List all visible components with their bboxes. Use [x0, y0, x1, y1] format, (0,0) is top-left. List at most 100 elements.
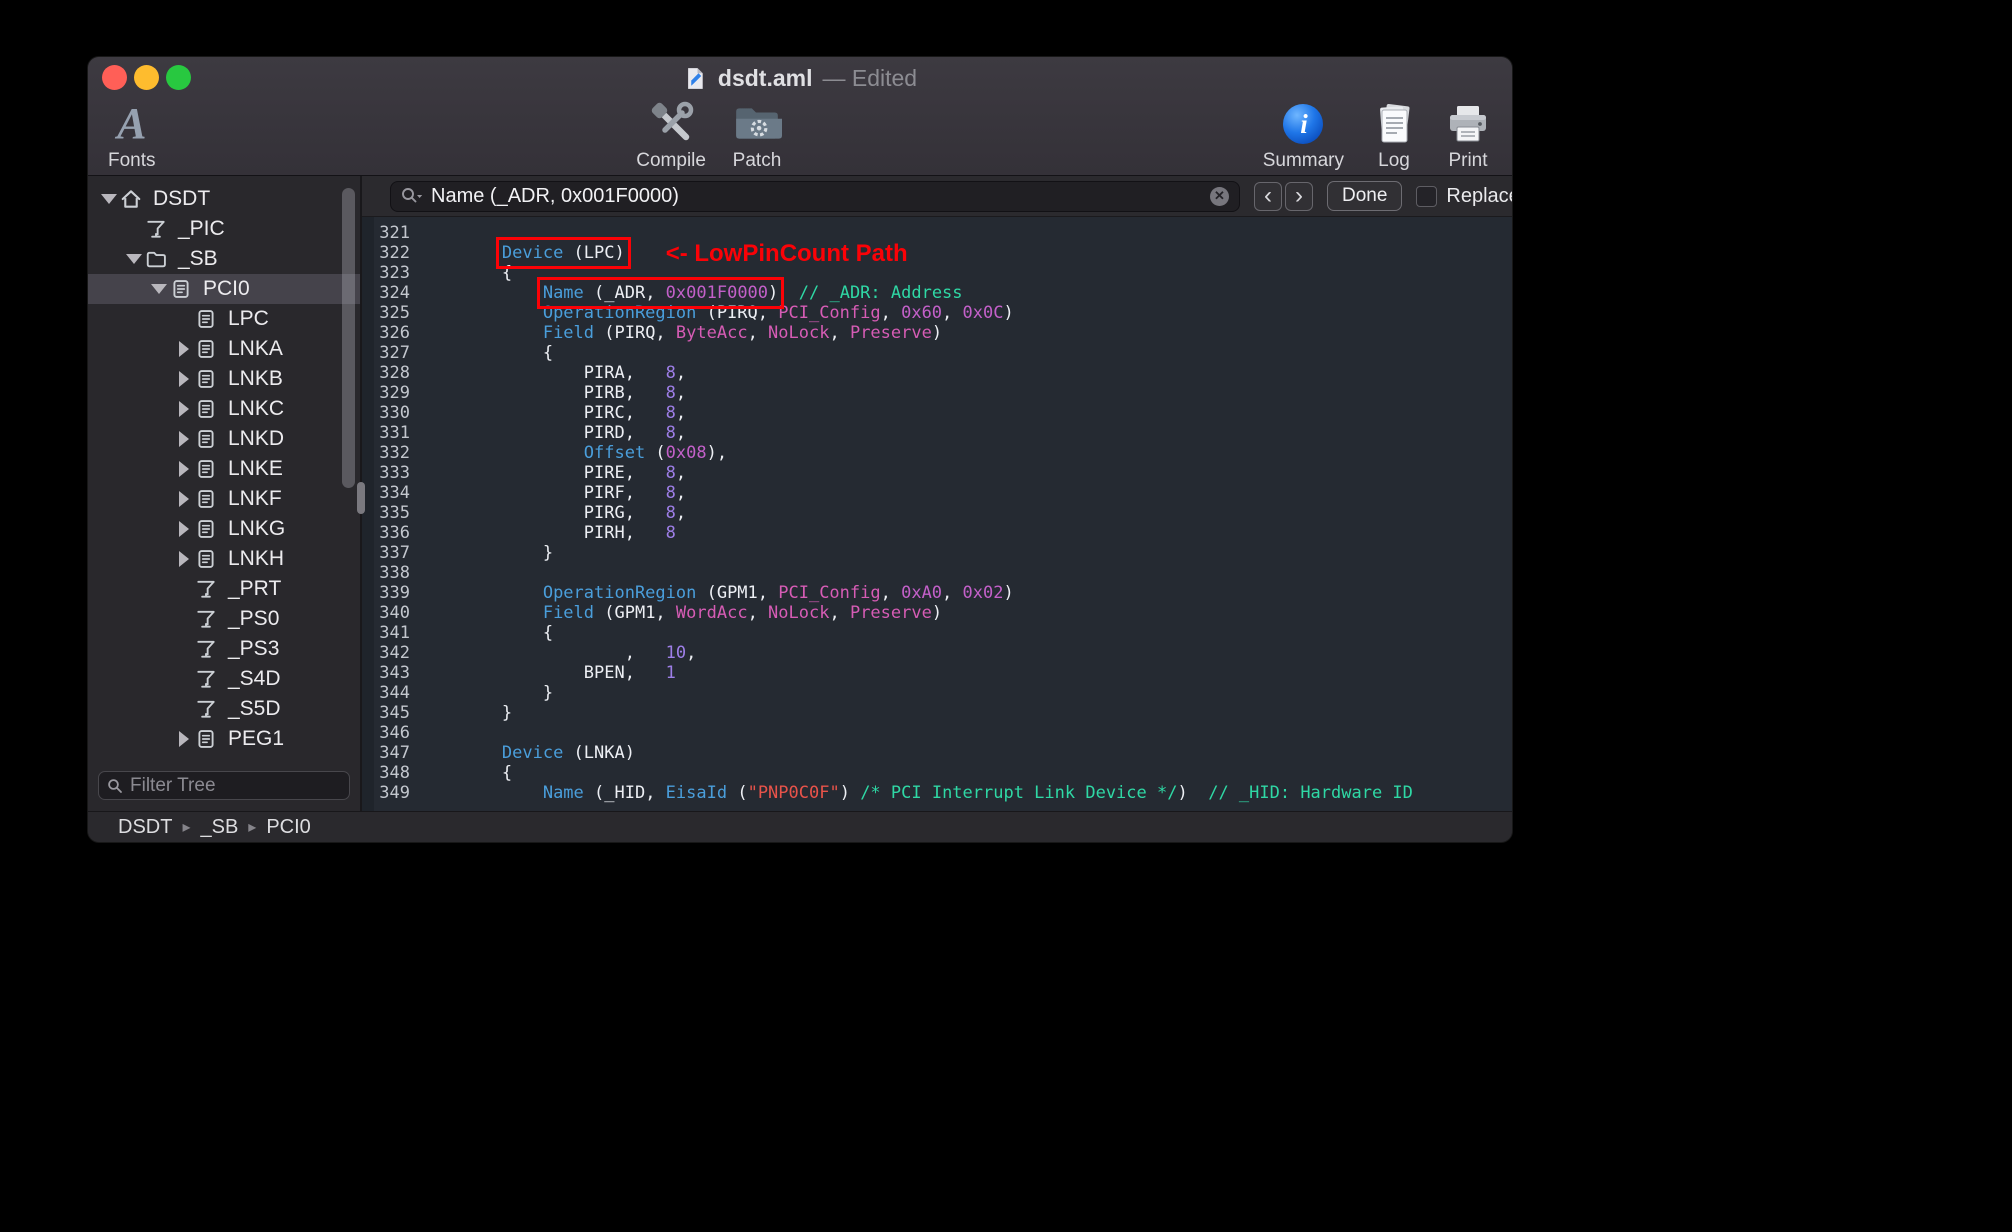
tree-item-LNKF[interactable]: LNKF [88, 484, 360, 514]
window-title: dsdt.aml [717, 65, 813, 91]
done-button[interactable]: Done [1327, 181, 1403, 211]
search-menu-icon[interactable] [401, 187, 423, 205]
chevron-down-icon[interactable] [148, 284, 170, 294]
chevron-right-icon[interactable] [173, 431, 195, 447]
code-line: 346 [374, 723, 1512, 743]
code-token: ) [768, 283, 779, 303]
tree-item-_PS3[interactable]: _PS3 [88, 634, 360, 664]
code-token: Device [501, 743, 564, 763]
code-token: , [747, 323, 769, 343]
tree-item-label: LNKE [228, 457, 283, 480]
tree-item-PEG1[interactable]: PEG1 [88, 724, 360, 754]
find-input[interactable]: Name (_ADR, 0x001F0000) ✕ [390, 180, 1240, 212]
code-editor[interactable]: 321 322 Device (LPC) <- LowPinCount Path 3… [362, 217, 1512, 811]
breadcrumb-separator: ▸ [182, 819, 191, 836]
find-next-button[interactable]: › [1285, 181, 1313, 211]
device-icon [195, 728, 220, 750]
tree-item-LNKD[interactable]: LNKD [88, 424, 360, 454]
code-token: 8 [665, 383, 676, 403]
tree-item-LNKH[interactable]: LNKH [88, 544, 360, 574]
line-number: 348 [379, 763, 410, 783]
tree-item-PCI0[interactable]: PCI0 [88, 274, 360, 304]
replace-checkbox[interactable] [1416, 185, 1438, 207]
tree-item-_SB[interactable]: _SB [88, 244, 360, 274]
code-token: Preserve [849, 323, 932, 343]
line-number: 322 [379, 243, 410, 263]
code-token: , [942, 303, 963, 323]
method-icon [145, 218, 170, 240]
chevron-right-icon[interactable] [173, 371, 195, 387]
info-icon: i [1279, 99, 1327, 149]
log-button[interactable]: Log [1370, 99, 1418, 172]
maciasl-window: dsdt.aml — Edited A Fonts Compile Patch … [88, 57, 1512, 842]
chevron-down-icon[interactable] [123, 254, 145, 264]
tree-item-_PS0[interactable]: _PS0 [88, 604, 360, 634]
code-token: , [675, 503, 687, 523]
code-token: , [880, 583, 902, 603]
sidebar-scrollbar-thumb[interactable] [342, 188, 355, 488]
code-line: 324 Name (_ADR, 0x001F0000) // _ADR: Add… [374, 277, 1512, 309]
code-token: Name [542, 783, 584, 803]
chevron-right-icon[interactable] [173, 401, 195, 417]
splitter-handle[interactable] [357, 482, 365, 514]
minimize-button[interactable] [134, 65, 159, 90]
code-token: { [420, 343, 554, 363]
chevron-down-icon[interactable] [98, 194, 120, 204]
tree-item-_S5D[interactable]: _S5D [88, 694, 360, 724]
chevron-right-icon[interactable] [173, 491, 195, 507]
tree-item-LNKA[interactable]: LNKA [88, 334, 360, 364]
breadcrumb-item[interactable]: PCI0 [266, 816, 310, 839]
chevron-right-icon[interactable] [173, 461, 195, 477]
method-icon [195, 608, 220, 630]
breadcrumb-item[interactable]: DSDT [118, 816, 172, 839]
tree-item-LNKE[interactable]: LNKE [88, 454, 360, 484]
device-icon [195, 368, 220, 390]
chevron-right-icon[interactable] [173, 341, 195, 357]
code-token: { [420, 623, 554, 643]
code-token: (PIRQ, [696, 303, 779, 323]
chevron-right-icon[interactable] [173, 551, 195, 567]
patch-label: Patch [732, 150, 782, 171]
tree-item-_PIC[interactable]: _PIC [88, 214, 360, 244]
code-line: 340 Field (GPM1, WordAcc, NoLock, Preser… [374, 603, 1512, 623]
sidebar-splitter[interactable] [357, 176, 365, 811]
code-token: (LNKA) [563, 743, 635, 763]
clear-search-button[interactable]: ✕ [1210, 186, 1229, 206]
tree-item-label: LNKD [228, 427, 285, 450]
patch-button[interactable]: Patch [732, 99, 782, 172]
device-icon [195, 518, 220, 540]
tree-item-_PRT[interactable]: _PRT [88, 574, 360, 604]
titlebar[interactable]: dsdt.aml — Edited [88, 57, 1512, 97]
tree-item-label: _PRT [228, 577, 282, 600]
line-number: 349 [379, 783, 410, 803]
tree-item-LNKC[interactable]: LNKC [88, 394, 360, 424]
breadcrumb-item[interactable]: _SB [200, 816, 238, 839]
document-proxy-icon[interactable] [683, 66, 708, 91]
tree-item-LNKB[interactable]: LNKB [88, 364, 360, 394]
patch-folder-icon [732, 99, 782, 149]
zoom-button[interactable] [166, 65, 191, 90]
code-token: // _HID: Hardware ID [1208, 783, 1413, 803]
code-token: { [420, 263, 513, 283]
compile-button[interactable]: Compile [636, 99, 706, 172]
chevron-right-icon[interactable] [173, 521, 195, 537]
tree-item-LNKG[interactable]: LNKG [88, 514, 360, 544]
code-token: PIRH, [420, 523, 666, 543]
tree-item-LPC[interactable]: LPC [88, 304, 360, 334]
code-token: PCI_Config [778, 303, 881, 323]
tree-item-_S4D[interactable]: _S4D [88, 664, 360, 694]
find-previous-button[interactable]: ‹ [1254, 181, 1282, 211]
chevron-right-icon[interactable] [173, 731, 195, 747]
close-button[interactable] [102, 65, 127, 90]
fonts-button[interactable]: A Fonts [108, 99, 156, 172]
print-button[interactable]: Print [1444, 99, 1492, 172]
method-icon [195, 698, 220, 720]
code-token: 0x0C [962, 303, 1004, 323]
tree-item-label: _PS0 [228, 607, 280, 630]
summary-button[interactable]: i Summary [1263, 99, 1344, 172]
tree-item-label: DSDT [153, 187, 211, 210]
tree-item-DSDT[interactable]: DSDT [88, 184, 360, 214]
filter-tree-input[interactable]: Filter Tree [98, 771, 350, 800]
